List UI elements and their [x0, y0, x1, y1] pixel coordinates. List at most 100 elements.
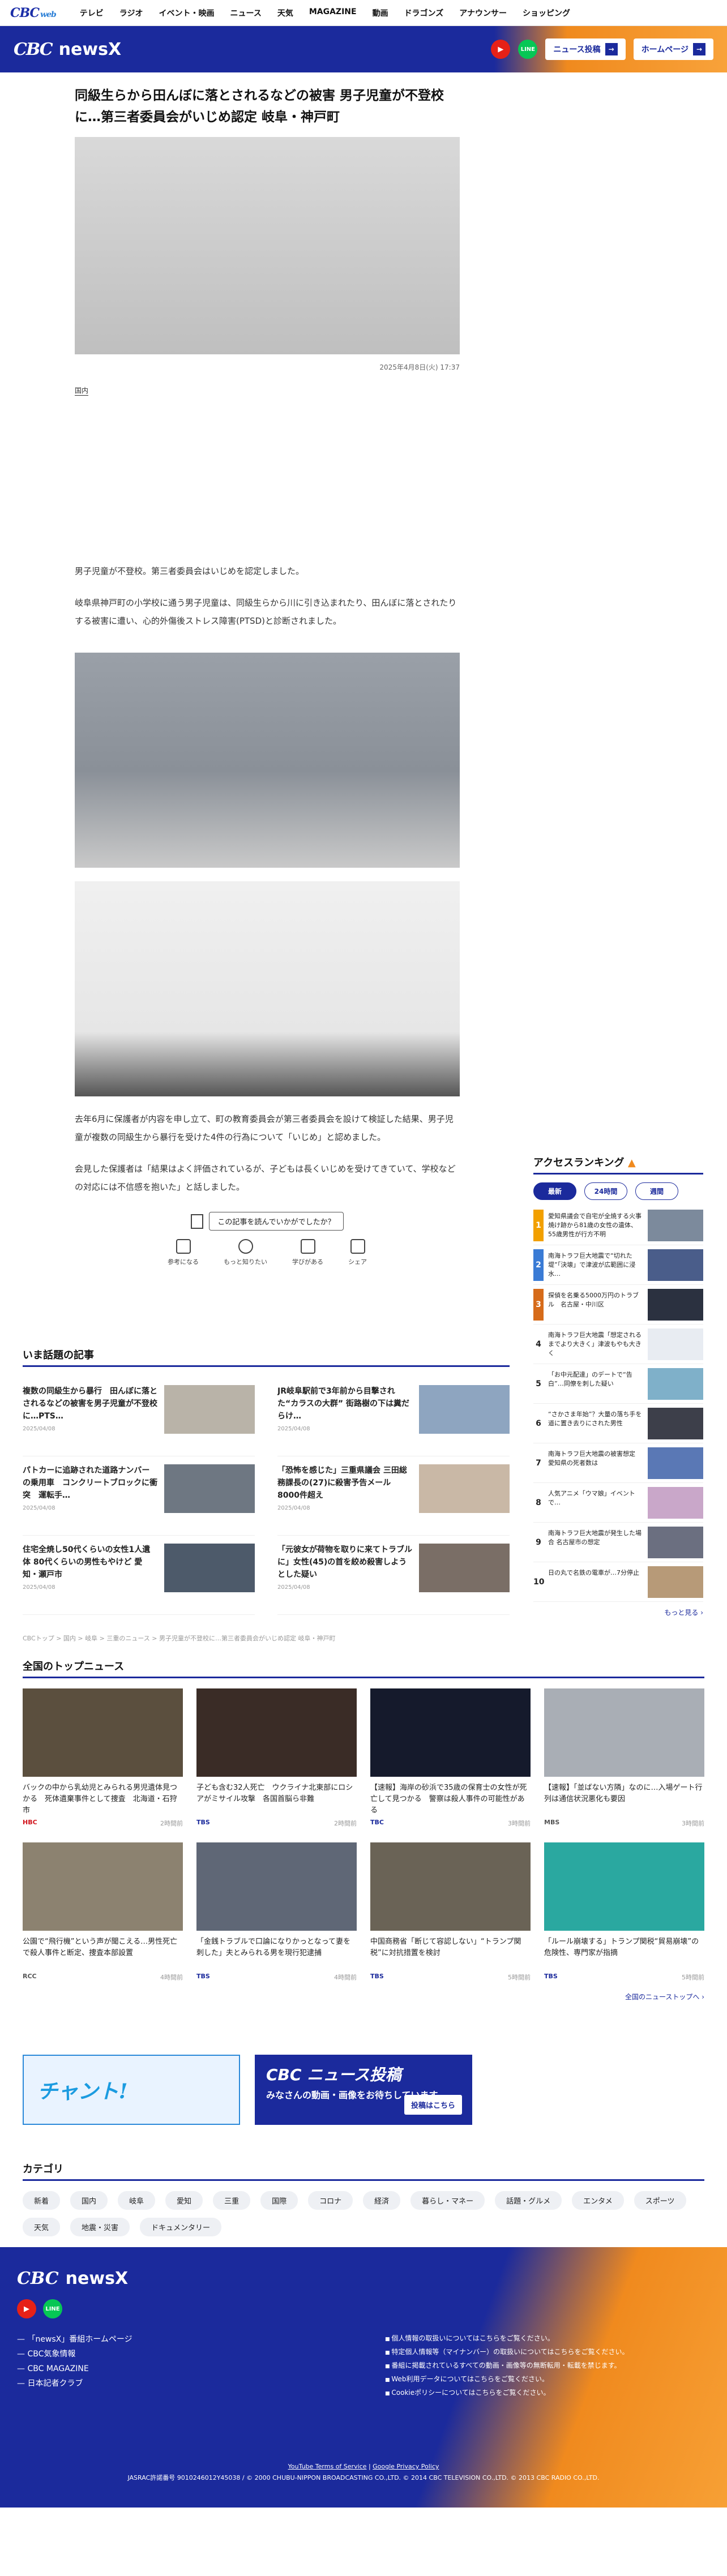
category-item[interactable]: 三重: [213, 2191, 251, 2210]
share-button[interactable]: シェア: [348, 1238, 367, 1266]
category-item[interactable]: ドキュメンタリー: [140, 2218, 222, 2236]
ranking-item[interactable]: 8 人気アニメ「ウマ娘」イベントで…: [533, 1483, 703, 1523]
top-nav: CBC web テレビ ラジオ イベント・映画 ニュース 天気 MAGAZINE …: [0, 0, 727, 26]
national-news-card[interactable]: 公園で“飛行機”という声が聞こえる…男性死亡で殺人事件と断定、捜査本部設置 RCC…: [23, 1842, 183, 1982]
ranking-tab-latest[interactable]: 最新: [533, 1182, 576, 1200]
category-item[interactable]: コロナ: [308, 2191, 353, 2210]
article-main-photo: [75, 137, 460, 354]
ranking-item[interactable]: 10 日の丸で名鉄の電車が…7分停止: [533, 1562, 703, 1602]
article: 同級生らから田んぼに落とされるなどの被害 男子児童が不登校に…第三者委員会がいじ…: [75, 85, 460, 1266]
nav-dragons[interactable]: ドラゴンズ: [396, 7, 452, 19]
footer-logo[interactable]: CBC newsX: [17, 2269, 128, 2288]
share-icon: [350, 1238, 365, 1254]
nav-announcer[interactable]: アナウンサー: [451, 7, 515, 19]
ranking-item[interactable]: 4 南海トラフ巨大地震「想定されるまでより大きく」津波もやも大きく: [533, 1325, 703, 1364]
ranking-thumbnail: [648, 1447, 703, 1479]
national-news-card[interactable]: 子ども含む32人死亡 ウクライナ北東部にロシアがミサイル攻撃 各国首脳ら非難 TB…: [196, 1688, 357, 1828]
category-item[interactable]: 地震・災害: [70, 2218, 130, 2236]
privacy-link[interactable]: Web利用データについてはこちらをご覧ください。: [385, 2373, 629, 2386]
ranking-more-link[interactable]: もっと見る ›: [533, 1608, 703, 1617]
category-item[interactable]: 岐阜: [118, 2191, 156, 2210]
google-privacy-link[interactable]: Google Privacy Policy: [373, 2463, 439, 2470]
category-item[interactable]: 話題・グルメ: [495, 2191, 562, 2210]
cbc-web-logo[interactable]: CBC web: [10, 6, 57, 20]
ranking-item[interactable]: 9 南海トラフ巨大地震が発生した場合 名古屋市の想定: [533, 1523, 703, 1562]
article-category-tag[interactable]: 国内: [75, 385, 89, 396]
ranking-item[interactable]: 7 南海トラフ巨大地震の被害想定 愛知県の死者数は: [533, 1443, 703, 1483]
ranking-item[interactable]: 2 南海トラフ巨大地震で“切れた堤”「決壊」で津波が広範囲に浸水…: [533, 1245, 703, 1285]
top-nav-menu: テレビ ラジオ イベント・映画 ニュース 天気 MAGAZINE 動画 ドラゴン…: [72, 7, 578, 19]
national-news-card[interactable]: 【速報】海岸の砂浜で35歳の保育士の女性が死亡して見つかる 警察は殺人事件の可能…: [370, 1688, 531, 1828]
feedback-learn-button[interactable]: 学びがある: [292, 1238, 323, 1266]
nav-tv[interactable]: テレビ: [72, 7, 112, 19]
article-paragraph: 男子児童が不登校。第三者委員会はいじめを認定しました。: [75, 566, 305, 576]
trending-item[interactable]: 複数の同級生から暴行 田んぼに落とされるなどの被害を男子児童が不登校に…PTS……: [23, 1377, 255, 1456]
nav-radio[interactable]: ラジオ: [112, 7, 151, 19]
category-item[interactable]: 暮らし・マネー: [410, 2191, 485, 2210]
trending-item[interactable]: 「元彼女が荷物を取りに来てトラブルに」女性(45)の首を絞め殺害しようとした疑い…: [277, 1536, 510, 1615]
category-item[interactable]: エンタメ: [572, 2191, 624, 2210]
category-item[interactable]: 国内: [70, 2191, 108, 2210]
privacy-link[interactable]: 個人情報の取扱いについてはこちらをご覧ください。: [385, 2332, 629, 2346]
ranking-tab-24h[interactable]: 24時間: [584, 1182, 627, 1200]
category-item[interactable]: 国際: [260, 2191, 298, 2210]
nav-video[interactable]: 動画: [365, 7, 396, 19]
line-icon[interactable]: LINE: [518, 40, 538, 59]
youtube-icon[interactable]: ▶: [491, 40, 511, 59]
post-here-button[interactable]: 投稿はこちら: [404, 2095, 462, 2115]
privacy-link[interactable]: 番組に掲載されているすべての動画・画像等の無断転用・転載を禁じます。: [385, 2359, 629, 2373]
flame-icon: ▲: [627, 1157, 636, 1169]
category-item[interactable]: スポーツ: [634, 2191, 686, 2210]
ranking-item[interactable]: 1 愛知県議会で自宅が全焼する火事 焼け跡から81歳の女性の遺体、55歳男性が行方…: [533, 1206, 703, 1245]
trending-item[interactable]: 住宅全焼し50代くらいの女性1人遺体 80代くらいの男性もやけど 愛知・瀬戸市 2…: [23, 1536, 255, 1615]
news-thumbnail: [544, 1842, 704, 1931]
nav-weather[interactable]: 天気: [270, 7, 301, 19]
homepage-button[interactable]: ホームページ →: [633, 38, 713, 60]
feedback-question: この記事を読んでいかがでしたか？: [209, 1212, 344, 1231]
nav-event[interactable]: イベント・映画: [151, 7, 223, 19]
national-news-card[interactable]: 【速報】「並ばない方隣」なのに…入場ゲート行列は通信状況悪化も要因 MBS 3時間前: [544, 1688, 704, 1828]
nav-magazine[interactable]: MAGAZINE: [301, 7, 365, 19]
news-thumbnail: [544, 1688, 704, 1777]
news-post-banner[interactable]: CBC ニュース投稿 みなさんの動画・画像をお待ちしています。 投稿はこちら: [255, 2055, 472, 2125]
ranking-item[interactable]: 3 探偵を名乗る5000万円のトラブル 名古屋・中川区: [533, 1285, 703, 1325]
footer-link[interactable]: CBC MAGAZINE: [17, 2361, 132, 2376]
trending-item[interactable]: JR岐阜駅前で3年前から目撃された“カラスの大群” 街路樹の下は糞だらけ… 202…: [277, 1377, 510, 1456]
national-news-card[interactable]: 「ルール崩壊する」トランプ関税“貿易崩壊”の危険性、専門家が指摘 TBS 5時間前: [544, 1842, 704, 1982]
newsx-logo[interactable]: CBC newsX: [14, 40, 121, 59]
note-icon: [191, 1214, 204, 1229]
category-item[interactable]: 新着: [23, 2191, 61, 2210]
category-item[interactable]: 天気: [23, 2218, 61, 2236]
footer-link[interactable]: CBC気象情報: [17, 2347, 132, 2361]
privacy-link[interactable]: 特定個人情報等（マイナンバー）の取扱いについてはこちらをご覧ください。: [385, 2346, 628, 2359]
privacy-link[interactable]: Cookieポリシーについてはこちらをご覧ください。: [385, 2386, 629, 2400]
category-item[interactable]: 愛知: [165, 2191, 203, 2210]
national-news-card[interactable]: 「金銭トラブルで口論になりかっとなって妻を刺した」夫とみられる男を現行犯逮捕 TB…: [196, 1842, 357, 1982]
national-news-card[interactable]: バックの中から乳幼児とみられる男児遺体見つかる 死体遺棄事件として捜査 北海道・…: [23, 1688, 183, 1828]
line-icon[interactable]: LINE: [43, 2299, 62, 2318]
article-paragraph: 会見した保護者は「結果はよく評価されているが、子どもは長くいじめを受けてきていて…: [75, 1164, 456, 1192]
breadcrumb[interactable]: CBCトップ > 国内 > 岐阜 > 三重のニュース > 男子児童が不登校に…第…: [23, 1634, 702, 1643]
category-item[interactable]: 経済: [363, 2191, 401, 2210]
feedback-more-button[interactable]: もっと知りたい: [224, 1238, 267, 1266]
national-more-link[interactable]: 全国のニューストップへ ›: [23, 1992, 704, 2001]
footer-link[interactable]: 日本記者クラブ: [17, 2376, 132, 2391]
news-post-button[interactable]: ニュース投稿 →: [545, 38, 626, 60]
feedback-section: この記事を読んでいかがでしたか？ 参考になる もっと知りたい 学びがある シェア: [75, 1212, 460, 1266]
footer-link[interactable]: 「newsX」番組ホームページ: [17, 2332, 132, 2347]
feedback-helpful-button[interactable]: 参考になる: [168, 1238, 199, 1266]
chant-banner[interactable]: チャント!: [23, 2055, 240, 2125]
nav-shopping[interactable]: ショッピング: [515, 7, 578, 19]
youtube-terms-link[interactable]: YouTube Terms of Service: [288, 2463, 367, 2470]
national-news-card[interactable]: 中国商務省「断じて容認しない」“トランプ関税”に対抗措置を検討 TBS 5時間前: [370, 1842, 531, 1982]
arrow-right-icon: →: [693, 43, 705, 55]
ranking-item[interactable]: 5 「お中元配達」のデートで“告白”…同僚を刺した疑い: [533, 1364, 703, 1404]
ranking-item[interactable]: 6 “さかさま年始”？大量の落ち手を道に置き去りにされた男性: [533, 1404, 703, 1443]
trending-item[interactable]: 「恐怖を感じた」三重県議会 三田総務課長の(27)に殺害予告メール 8000件超…: [277, 1456, 510, 1536]
trending-thumbnail: [419, 1544, 510, 1592]
trending-item[interactable]: パトカーに追跡された道路ナンバーの乗用車 コンクリートブロックに衝突 運転手… 2…: [23, 1456, 255, 1536]
nav-news[interactable]: ニュース: [223, 7, 270, 19]
trending-thumbnail: [164, 1544, 255, 1592]
ranking-tab-weekly[interactable]: 週間: [635, 1182, 678, 1200]
youtube-icon[interactable]: ▶: [17, 2299, 36, 2318]
